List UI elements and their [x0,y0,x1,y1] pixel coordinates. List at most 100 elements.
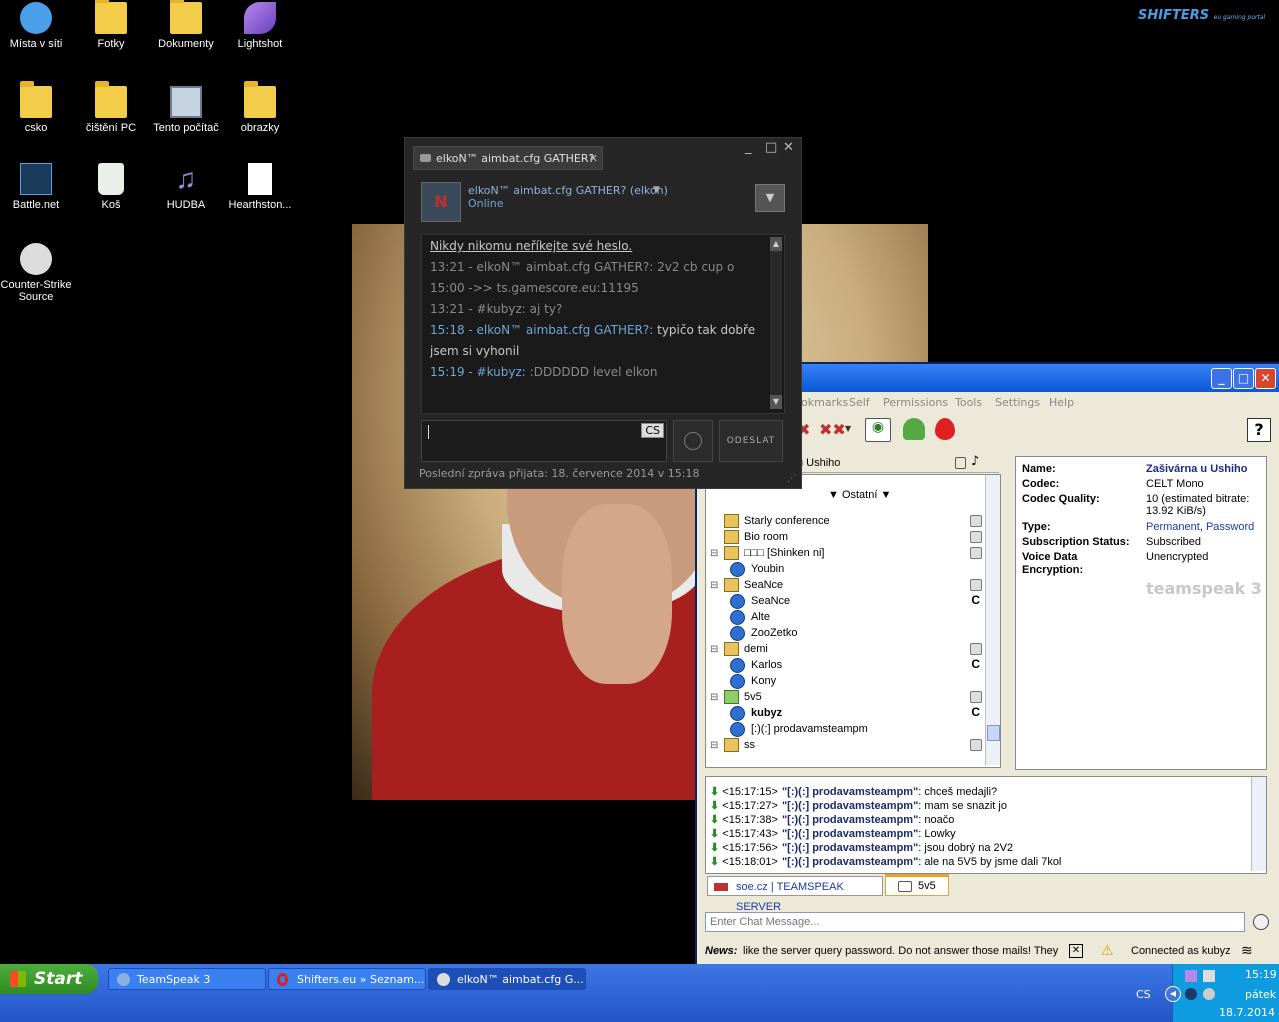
message-input[interactable]: CS [421,420,667,462]
desktop-icon-obrazky[interactable]: obrazky [221,81,299,134]
collapse-toggle-icon[interactable]: ⊟ [710,546,724,562]
tray-network-icon[interactable] [1203,970,1215,982]
desktop-icon-battlenet[interactable]: Battle.net [0,163,75,211]
tree-channel-row[interactable]: ⊟ □□□ [Shinken ni] [710,545,824,561]
collapse-toggle-icon[interactable]: ⊟ [710,690,724,706]
channel-tree[interactable]: ▼ Ostatní ▼ Starly conference Bio room ⊟ □□… [705,474,1001,768]
collapse-toggle-icon[interactable]: ⊟ [710,578,724,594]
chat-user[interactable]: "[:)(:] prodavamsteampm" [782,842,918,854]
tree-spacer[interactable]: ▼ Ostatní ▼ [828,487,891,503]
close-tab-icon[interactable]: ✕ [589,147,598,171]
network-places-icon [20,2,52,34]
desktop-icon-counter-strike[interactable]: Counter-Strike Source [0,243,75,303]
friend-name[interactable]: elkoN™ aimbat.cfg GATHER? (elkon) [468,184,668,197]
start-button[interactable]: Start [0,964,98,994]
user-add-icon[interactable] [903,418,925,440]
close-news-icon[interactable]: ✕ [1069,944,1083,958]
chat-message-input[interactable] [705,912,1245,932]
tree-channel-row[interactable]: ⊟ demi [710,641,768,657]
friend-avatar[interactable]: N [421,182,461,222]
desktop-icon-cisteni[interactable]: čištění PC [72,81,150,134]
desktop-icon-csko[interactable]: csko [0,81,75,134]
desktop-icon-hearthstone[interactable]: Hearthston... [221,163,299,211]
chat-history[interactable]: Nikdy nikomu neříkejte své heslo. 13:21 … [421,234,785,414]
menu-help[interactable]: Help [1049,396,1074,409]
chat-scrollbar[interactable]: ▲ ▼ [770,237,782,409]
menu-settings[interactable]: Settings [995,396,1040,409]
desktop-icon-fotky[interactable]: Fotky [72,0,150,50]
language-indicator[interactable]: CS [1136,988,1151,1001]
send-button[interactable]: ODESLAT [719,420,783,462]
chat-tab[interactable]: elkoN™ aimbat.cfg GATHER? ✕ [413,146,603,170]
menu-self[interactable]: Self [849,396,870,409]
clock-time[interactable]: 15:19 [1245,968,1277,981]
close-icon[interactable]: ✕ [783,140,794,155]
tree-user-row[interactable]: [:)(:] prodavamsteampm [730,721,868,737]
tray-teamspeak-icon[interactable] [1185,988,1197,1000]
tree-channel-row[interactable]: ⊟ SeaNce [710,577,783,593]
steam-chat-window: elkoN™ aimbat.cfg GATHER? ✕ _ □ ✕ N elko… [404,137,802,489]
desktop-icon-my-computer[interactable]: Tento počítač [147,86,225,134]
options-dropdown-button[interactable]: ▼ [755,184,785,212]
tree-user-row[interactable]: kubyz [730,705,782,721]
scroll-up-icon[interactable]: ▲ [770,237,782,251]
taskbar-button-teamspeak[interactable]: TeamSpeak 3 [108,968,266,990]
menu-bookmarks[interactable]: okmarks [801,396,848,409]
lock-icon [970,691,982,703]
collapse-toggle-icon[interactable]: ⊟ [710,738,724,754]
menu-tools[interactable]: Tools [955,396,982,409]
desktop-icon-lightshot[interactable]: Lightshot [221,2,299,50]
tree-user-row[interactable]: Alte [730,609,770,625]
disconnect-all-icon[interactable]: ✖✖ [819,420,846,439]
dropdown-arrow-icon[interactable]: ▼ [845,424,851,433]
maximize-icon[interactable]: □ [765,140,777,155]
chat-time: <15:17:27> [722,800,778,812]
tray-app-icon[interactable] [1185,970,1197,982]
tree-channel-row[interactable]: ⊟ 5v5 [710,689,762,705]
desktop-icon-hudba[interactable]: ♫ HUDBA [147,163,225,211]
tray-expand-icon[interactable]: ◀ [1165,986,1181,1002]
desktop-icon-dokumenty[interactable]: Dokumenty [147,0,225,50]
taskbar-button-steam-chat[interactable]: elkoN™ aimbat.cfg G... [428,968,586,990]
scroll-down-icon[interactable]: ▼ [770,395,782,409]
tree-user-row[interactable]: SeaNce [730,593,790,609]
chat-user[interactable]: "[:)(:] prodavamsteampm" [782,800,918,812]
minimize-icon[interactable]: _ [745,140,752,155]
friend-menu-arrow-icon[interactable]: ▼ [653,185,660,195]
emoticon-icon[interactable] [1253,914,1269,930]
chat-tab-server[interactable]: soe.cz | TEAMSPEAK SERVER [707,876,883,913]
chat-tab-channel[interactable]: 5v5 [885,874,949,896]
view-eye-icon[interactable]: ◉ [865,418,891,442]
tree-channel-row[interactable]: Bio room [710,529,788,545]
scroll-thumb[interactable] [987,725,1000,741]
user-status-icon [730,721,745,737]
tray-steam-icon[interactable] [1203,988,1215,1000]
taskbar-button-opera[interactable]: Shifters.eu » Seznam... [268,968,426,990]
tree-user-row[interactable]: Karlos [730,657,782,673]
close-button[interactable]: ✕ [1255,368,1276,389]
emoticon-button[interactable] [673,420,713,462]
help-icon[interactable]: ? [1247,418,1271,442]
chat-user[interactable]: "[:)(:] prodavamsteampm" [782,828,918,840]
maximize-button[interactable]: □ [1233,368,1254,389]
tree-user-row[interactable]: Youbin [730,561,784,577]
menu-permissions[interactable]: Permissions [883,396,948,409]
computer-icon [170,86,202,118]
desktop-icon-network[interactable]: Místa v síti [0,2,75,50]
chat-user[interactable]: "[:)(:] prodavamsteampm" [782,786,918,798]
tree-user-row[interactable]: Kony [730,673,776,689]
minimize-button[interactable]: _ [1211,368,1232,389]
tree-channel-row[interactable]: ⊟ ss [710,737,755,753]
tree-user-row[interactable]: ZooZetko [730,625,797,641]
chat-scrollbar[interactable] [1251,777,1266,871]
chat-user[interactable]: "[:)(:] prodavamsteampm" [782,856,918,868]
text-chat-log[interactable]: ⬇ <15:17:15> "[:)(:] prodavamsteampm": ch… [705,776,1267,874]
tree-channel-row[interactable]: Starly conference [710,513,830,529]
resize-grip-icon[interactable]: ⋰ [787,474,796,484]
tree-scrollbar[interactable] [985,475,1000,765]
desktop-icon-recycle-bin[interactable]: Koš [72,163,150,211]
windows-logo-icon [10,971,26,987]
collapse-toggle-icon[interactable]: ⊟ [710,642,724,658]
flame-icon[interactable] [935,418,955,440]
chat-user[interactable]: "[:)(:] prodavamsteampm" [782,814,918,826]
